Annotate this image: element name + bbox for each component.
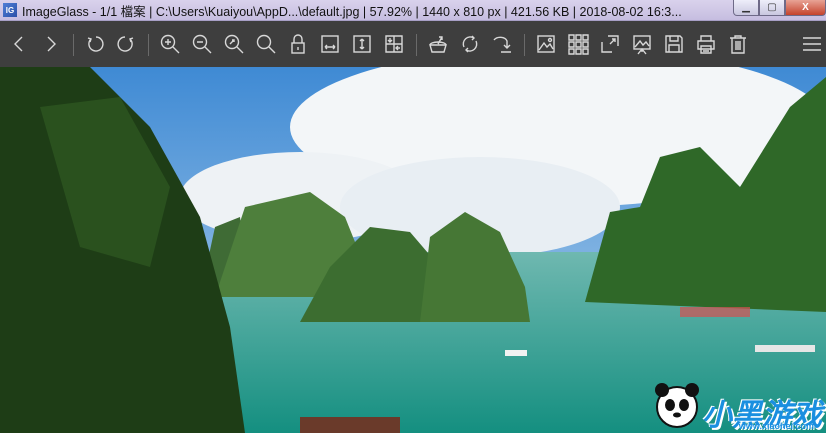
window-title: ImageGlass - 1/1 檔案 | C:\Users\Kuaiyou\A… bbox=[22, 4, 682, 19]
refresh-icon bbox=[462, 35, 478, 53]
save-icon bbox=[665, 35, 683, 53]
toolbar bbox=[0, 21, 826, 67]
next-image-button[interactable] bbox=[39, 32, 63, 56]
fit-width-icon bbox=[321, 35, 339, 53]
zoom-out-button[interactable] bbox=[190, 32, 214, 56]
magnifier-icon bbox=[256, 34, 276, 54]
goto-icon bbox=[493, 36, 511, 53]
panda-logo-icon bbox=[655, 383, 699, 428]
delete-button[interactable] bbox=[726, 32, 750, 56]
divider bbox=[416, 34, 417, 56]
title-bar: IG ImageGlass - 1/1 檔案 | C:\Users\Kuaiyo… bbox=[0, 0, 826, 21]
zoom-out-icon bbox=[192, 34, 212, 54]
open-with-icon bbox=[429, 36, 447, 53]
divider bbox=[73, 34, 74, 56]
refresh-button[interactable] bbox=[458, 32, 482, 56]
lock-icon bbox=[291, 34, 305, 54]
image-icon bbox=[537, 35, 555, 53]
zoom-in-button[interactable] bbox=[158, 32, 182, 56]
rotate-left-icon bbox=[87, 36, 104, 52]
open-with-button[interactable] bbox=[426, 32, 450, 56]
watermark-url: www.xiaohei.com bbox=[738, 421, 814, 431]
previous-image-button[interactable] bbox=[7, 32, 31, 56]
image-viewer[interactable]: 小黑游戏 www.xiaohei.com bbox=[0, 67, 826, 433]
menu-button[interactable] bbox=[800, 32, 824, 56]
rotate-right-icon bbox=[117, 36, 134, 52]
printer-icon bbox=[697, 35, 715, 54]
divider bbox=[148, 34, 149, 56]
checkerboard-button[interactable] bbox=[566, 32, 590, 56]
scale-to-fit-button[interactable] bbox=[222, 32, 246, 56]
fullscreen-icon bbox=[601, 35, 619, 53]
thumbnail-bar-button[interactable] bbox=[534, 32, 558, 56]
auto-zoom-button[interactable] bbox=[382, 32, 406, 56]
watermark: 小黑游戏 www.xiaohei.com bbox=[652, 379, 822, 431]
actual-size-button[interactable] bbox=[254, 32, 278, 56]
chevron-left-icon bbox=[14, 36, 23, 52]
zoom-fit-icon bbox=[224, 34, 244, 54]
fit-height-icon bbox=[353, 35, 371, 53]
auto-zoom-icon bbox=[385, 35, 403, 53]
scale-to-height-button[interactable] bbox=[350, 32, 374, 56]
divider bbox=[524, 34, 525, 56]
zoom-in-icon bbox=[160, 34, 180, 54]
maximize-button[interactable]: ▢ bbox=[759, 0, 785, 16]
close-button[interactable]: X bbox=[785, 0, 826, 16]
save-as-button[interactable] bbox=[662, 32, 686, 56]
print-button[interactable] bbox=[694, 32, 718, 56]
lock-zoom-button[interactable] bbox=[286, 32, 310, 56]
hamburger-menu-icon bbox=[803, 37, 821, 51]
rotate-left-button[interactable] bbox=[83, 32, 107, 56]
slideshow-button[interactable] bbox=[630, 32, 654, 56]
chevron-right-icon bbox=[47, 36, 56, 52]
scale-to-width-button[interactable] bbox=[318, 32, 342, 56]
fullscreen-button[interactable] bbox=[598, 32, 622, 56]
slideshow-icon bbox=[633, 35, 651, 55]
grid-icon bbox=[568, 34, 589, 55]
app-icon: IG bbox=[3, 3, 17, 17]
trash-icon bbox=[730, 35, 746, 54]
goto-image-button[interactable] bbox=[490, 32, 514, 56]
minimize-button[interactable]: ▁ bbox=[733, 0, 759, 16]
rotate-right-button[interactable] bbox=[114, 32, 138, 56]
